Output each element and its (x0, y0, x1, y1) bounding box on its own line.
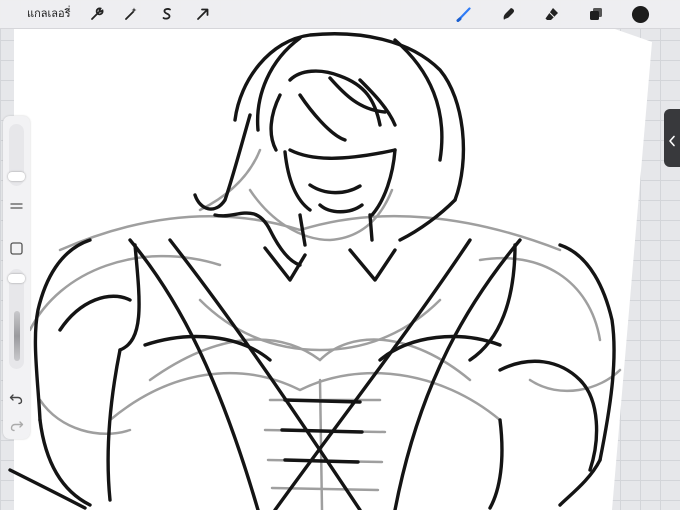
selection-s-icon[interactable] (158, 5, 176, 23)
chevron-left-icon (668, 132, 676, 147)
undo-icon[interactable] (9, 390, 24, 405)
color-circle-icon[interactable] (630, 4, 650, 24)
opacity-indicator (14, 311, 20, 361)
opacity-thumb[interactable] (8, 274, 25, 283)
redo-icon[interactable] (9, 417, 24, 432)
gallery-button[interactable]: แกลเลอรี่ (27, 6, 71, 22)
wrench-icon[interactable] (88, 5, 106, 23)
brush-sidebar (3, 116, 30, 439)
drawing-canvas[interactable] (0, 0, 680, 510)
transform-arrow-icon[interactable] (194, 5, 212, 23)
modify-square-icon[interactable] (10, 240, 23, 255)
magic-wand-icon[interactable] (121, 5, 139, 23)
collapse-panel-tab[interactable] (664, 109, 680, 167)
smudge-icon[interactable] (500, 5, 518, 23)
brush-icon[interactable] (455, 5, 473, 23)
menu-icon[interactable] (10, 196, 23, 209)
top-toolbar: แกลเลอรี่ (0, 0, 680, 29)
layers-icon[interactable] (587, 5, 605, 23)
eraser-icon[interactable] (543, 5, 561, 23)
brush-size-thumb[interactable] (8, 172, 25, 181)
